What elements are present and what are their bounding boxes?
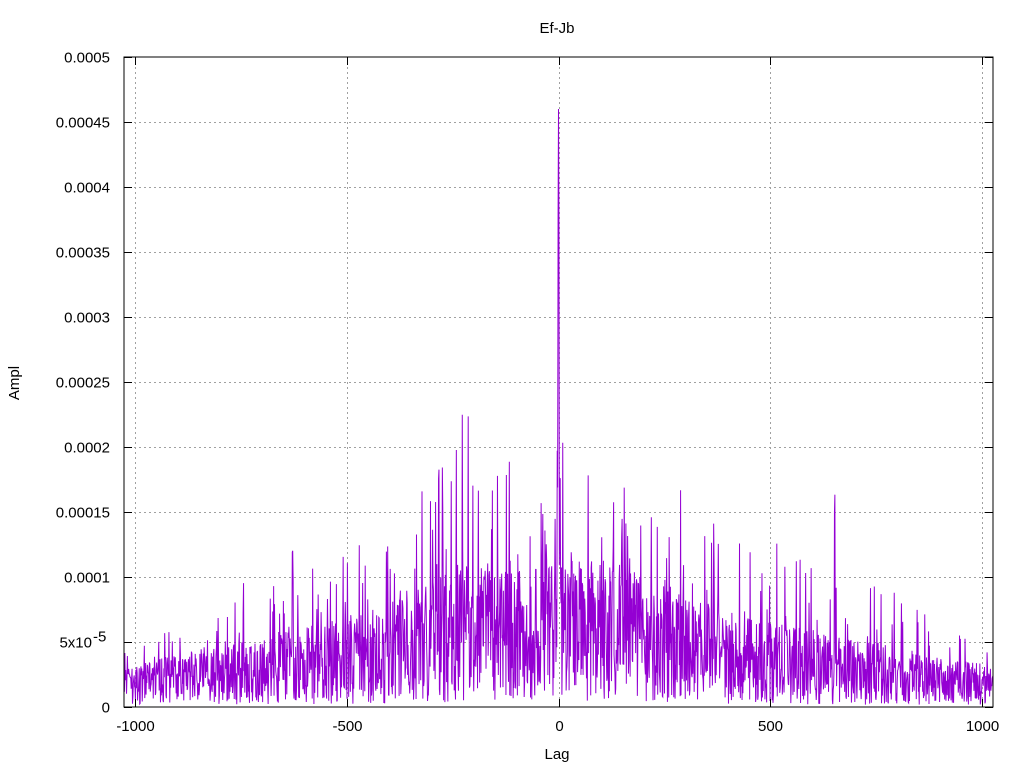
y-tick-label: 0.00025 [56, 375, 110, 392]
x-tick-label: 0 [555, 718, 563, 735]
x-axis-label: Lag [544, 746, 569, 763]
y-tick-label: 0.0001 [64, 570, 110, 587]
y-tick-exponent: -5 [93, 629, 106, 646]
y-tick-label: 0.0005 [64, 50, 110, 67]
x-tick-label: -1000 [116, 718, 154, 735]
y-tick-label: 5x10 [59, 635, 92, 652]
y-tick-label: 0.0004 [64, 180, 110, 197]
x-tick-label: 1000 [966, 718, 999, 735]
y-tick-label: 0.00015 [56, 505, 110, 522]
chart-svg: 0 5x10 -5 0.0001 0.00015 0.0002 0.00025 0.0003 0… [6, 20, 999, 763]
y-tick-label: 0.0002 [64, 440, 110, 457]
y-tick-label: 0 [102, 700, 110, 717]
x-tick-label: -500 [332, 718, 362, 735]
y-tick-label: 0.00035 [56, 245, 110, 262]
x-tick-label: 500 [758, 718, 783, 735]
chart-title: Ef-Jb [539, 20, 574, 37]
y-axis-label: Ampl [6, 366, 23, 400]
y-tick-label: 0.0003 [64, 310, 110, 327]
y-tick-label: 0.00045 [56, 115, 110, 132]
chart: 0 5x10 -5 0.0001 0.00015 0.0002 0.00025 0.0003 0… [0, 0, 1024, 768]
series-layer [123, 108, 994, 706]
ticks: 0 5x10 -5 0.0001 0.00015 0.0002 0.00025 0.0003 0… [56, 50, 999, 736]
series-line [123, 108, 994, 706]
